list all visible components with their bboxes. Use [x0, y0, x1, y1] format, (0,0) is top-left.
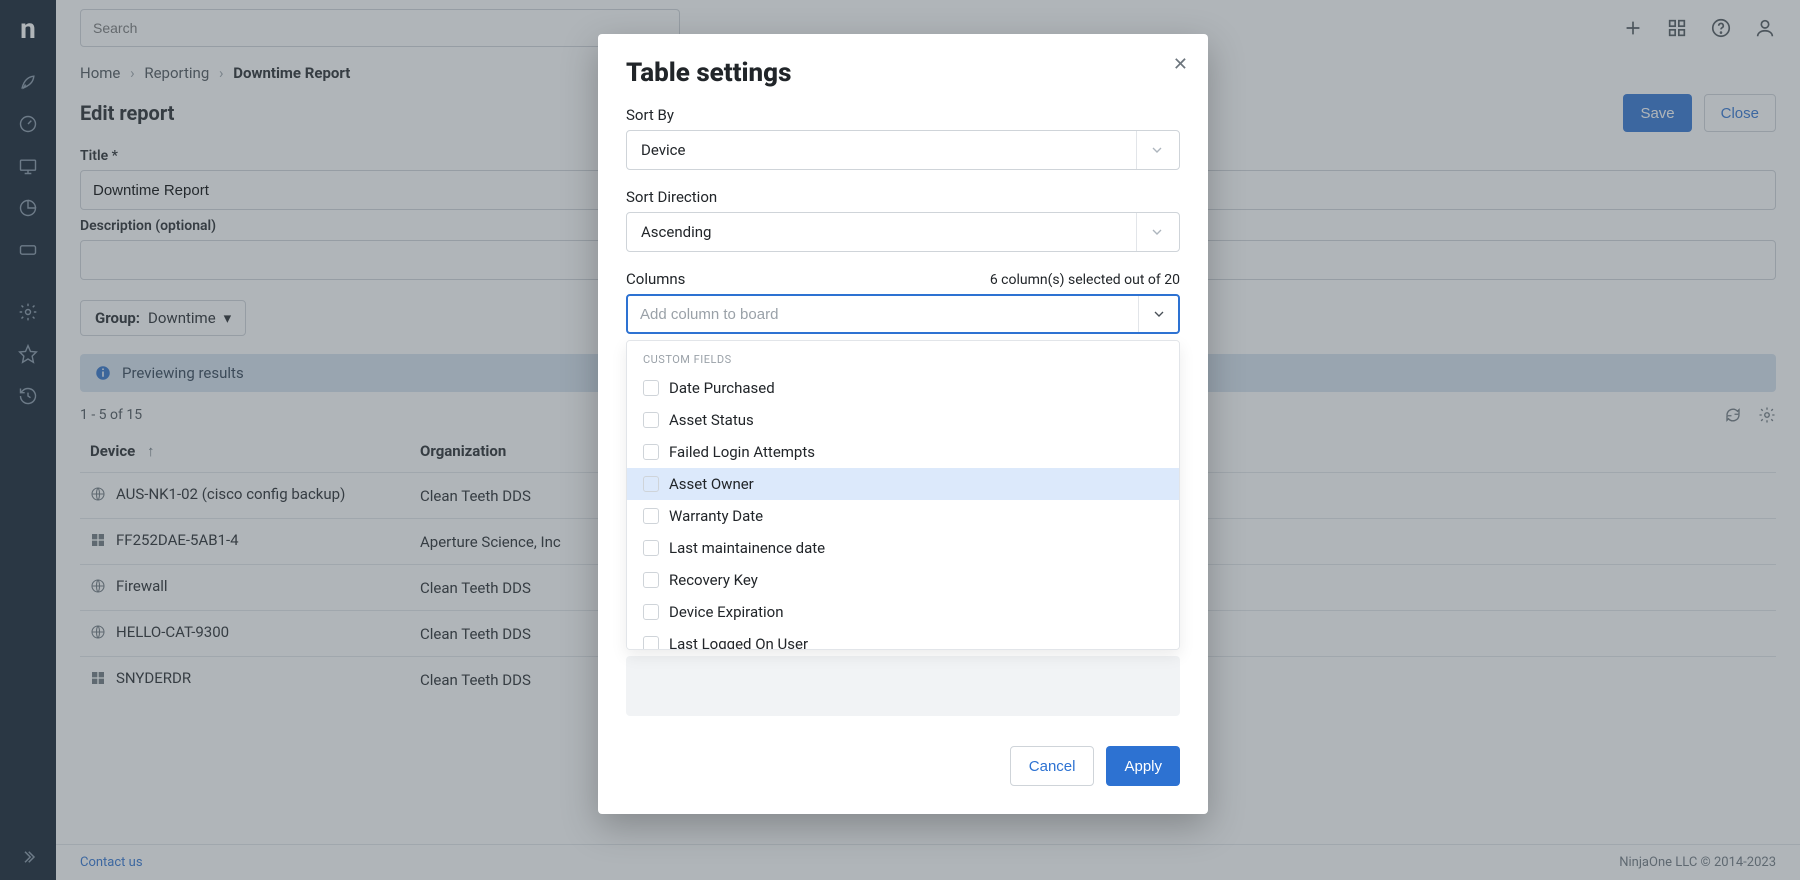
column-option[interactable]: Last maintainence date: [627, 532, 1179, 564]
option-label: Asset Status: [669, 411, 754, 429]
sort-direction-select[interactable]: Ascending: [626, 212, 1180, 252]
option-label: Warranty Date: [669, 507, 763, 525]
option-label: Device Expiration: [669, 603, 784, 621]
option-label: Recovery Key: [669, 571, 758, 589]
column-option[interactable]: Warranty Date: [627, 500, 1179, 532]
columns-dropdown-toggle[interactable]: [1138, 296, 1178, 332]
chevron-down-icon: [1151, 306, 1167, 322]
columns-count: 6 column(s) selected out of 20: [990, 272, 1180, 288]
option-label: Last maintainence date: [669, 539, 825, 557]
column-option[interactable]: Date Purchased: [627, 372, 1179, 404]
modal-title: Table settings: [626, 58, 1180, 88]
sort-by-label: Sort By: [626, 106, 1180, 124]
cancel-button[interactable]: Cancel: [1010, 746, 1095, 786]
apply-button[interactable]: Apply: [1106, 746, 1180, 786]
columns-dropdown: CUSTOM FIELDS Date Purchased Asset Status…: [626, 340, 1180, 650]
sort-direction-value: Ascending: [641, 223, 711, 241]
sort-by-value: Device: [641, 141, 685, 159]
checkbox-icon: [643, 380, 659, 396]
checkbox-icon: [643, 572, 659, 588]
option-label: Asset Owner: [669, 475, 754, 493]
column-option[interactable]: Recovery Key: [627, 564, 1179, 596]
column-option[interactable]: Asset Status: [627, 404, 1179, 436]
column-option[interactable]: Asset Owner: [627, 468, 1179, 500]
column-option[interactable]: Last Logged On User: [627, 628, 1179, 650]
dropdown-group-label: CUSTOM FIELDS: [627, 341, 1179, 372]
columns-input[interactable]: [640, 306, 1138, 323]
sort-by-select[interactable]: Device: [626, 130, 1180, 170]
checkbox-icon: [643, 476, 659, 492]
column-option[interactable]: Device Expiration: [627, 596, 1179, 628]
checkbox-icon: [643, 636, 659, 650]
sort-direction-label: Sort Direction: [626, 188, 1180, 206]
chevron-down-icon: [1136, 213, 1165, 251]
checkbox-icon: [643, 508, 659, 524]
column-option[interactable]: Failed Login Attempts: [627, 436, 1179, 468]
option-label: Last Logged On User: [669, 635, 808, 650]
columns-label: Columns: [626, 270, 685, 288]
selected-columns-area: [626, 656, 1180, 716]
option-label: Date Purchased: [669, 379, 775, 397]
table-settings-modal: ✕ Table settings Sort By Device Sort Dir…: [598, 34, 1208, 814]
columns-input-wrapper: [626, 294, 1180, 334]
checkbox-icon: [643, 540, 659, 556]
close-icon: ✕: [1173, 54, 1188, 75]
checkbox-icon: [643, 412, 659, 428]
checkbox-icon: [643, 604, 659, 620]
checkbox-icon: [643, 444, 659, 460]
modal-close-button[interactable]: ✕: [1173, 54, 1188, 75]
chevron-down-icon: [1136, 131, 1165, 169]
option-label: Failed Login Attempts: [669, 443, 815, 461]
